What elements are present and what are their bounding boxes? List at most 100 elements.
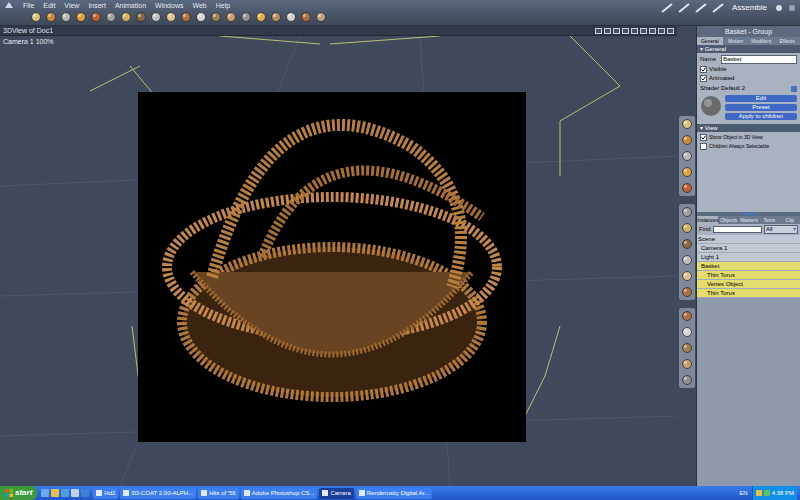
task-button[interactable]: Adobe Photoshop CS... <box>241 488 318 499</box>
properties-tab[interactable]: Modifiers <box>749 37 775 45</box>
task-button[interactable]: Renderosity Digital Ar... <box>356 488 432 499</box>
tool-icon[interactable] <box>681 342 693 354</box>
view-button-icon[interactable] <box>622 28 629 34</box>
tool-icon[interactable] <box>240 11 252 23</box>
tool-icon[interactable] <box>75 11 87 23</box>
task-button[interactable]: Hd2 <box>93 488 118 499</box>
tool-icon[interactable] <box>210 11 222 23</box>
tool-icon[interactable] <box>225 11 237 23</box>
tool-icon[interactable] <box>135 11 147 23</box>
tool-icon[interactable] <box>681 206 693 218</box>
tool-icon[interactable] <box>45 11 57 23</box>
tool-icon[interactable] <box>681 358 693 370</box>
tool-icon[interactable] <box>30 11 42 23</box>
tool-icon[interactable] <box>681 326 693 338</box>
room-dot-icon[interactable] <box>775 4 783 12</box>
menu-item[interactable]: File <box>23 2 34 9</box>
tree-row[interactable]: Light 1 <box>697 253 800 262</box>
name-field[interactable]: Basket <box>721 55 797 64</box>
menu-item[interactable]: Edit <box>43 2 55 9</box>
menu-item[interactable]: Windows <box>155 2 183 9</box>
room-icon[interactable] <box>712 3 724 13</box>
browser-tab[interactable]: Masters <box>739 216 759 224</box>
browser-tab[interactable]: Texts <box>759 216 779 224</box>
tree-row[interactable]: Vertex Object <box>697 280 800 289</box>
tool-icon[interactable] <box>150 11 162 23</box>
tool-icon[interactable] <box>681 182 693 194</box>
tool-icon[interactable] <box>315 11 327 23</box>
tool-icon[interactable] <box>681 374 693 386</box>
tool-icon[interactable] <box>120 11 132 23</box>
browser-tab[interactable]: Clip <box>780 216 800 224</box>
tree-row[interactable]: Thin Torus <box>697 289 800 298</box>
general-check-row[interactable]: Visible <box>700 66 797 73</box>
start-button[interactable]: start <box>0 486 37 500</box>
tool-icon[interactable] <box>255 11 267 23</box>
task-button[interactable]: Hits of '56 <box>198 488 239 499</box>
properties-tab[interactable]: Motion <box>723 37 749 45</box>
general-section-header[interactable]: ▾ General <box>697 45 800 53</box>
menu-item[interactable]: Animation <box>115 2 146 9</box>
general-check-row[interactable]: Animated <box>700 75 797 82</box>
properties-tab[interactable]: General <box>697 37 723 45</box>
quick-launch-icon[interactable] <box>81 489 89 497</box>
shader-button[interactable]: Edit <box>725 95 797 102</box>
shader-value[interactable]: Default 2 <box>721 85 788 92</box>
room-label[interactable]: Assemble <box>729 2 770 14</box>
view-button-icon[interactable] <box>604 28 611 34</box>
tool-icon[interactable] <box>681 118 693 130</box>
tool-icon[interactable] <box>105 11 117 23</box>
language-indicator[interactable]: EN <box>737 489 749 498</box>
quick-launch-icon[interactable] <box>61 489 69 497</box>
room-icon[interactable] <box>678 3 690 13</box>
checkbox[interactable] <box>700 134 707 141</box>
view-button-icon[interactable] <box>613 28 620 34</box>
tool-icon[interactable] <box>681 222 693 234</box>
task-button[interactable]: Carrara <box>319 488 353 499</box>
help-icon[interactable] <box>788 4 796 12</box>
tool-icon[interactable] <box>270 11 282 23</box>
room-icon[interactable] <box>661 3 673 13</box>
tool-icon[interactable] <box>195 11 207 23</box>
quick-launch-icon[interactable] <box>51 489 59 497</box>
room-icon[interactable] <box>695 3 707 13</box>
shader-button[interactable]: Preset <box>725 104 797 111</box>
tool-icon[interactable] <box>681 134 693 146</box>
tool-icon[interactable] <box>300 11 312 23</box>
tool-icon[interactable] <box>681 270 693 282</box>
tree-row[interactable]: Scene <box>697 235 800 244</box>
tool-icon[interactable] <box>90 11 102 23</box>
task-button[interactable]: 3D-COAT 2.00-ALPH... <box>120 488 196 499</box>
checkbox[interactable] <box>700 66 707 73</box>
checkbox[interactable] <box>700 143 707 150</box>
quick-launch-icon[interactable] <box>41 489 49 497</box>
view-button-icon[interactable] <box>667 28 674 34</box>
tool-icon[interactable] <box>681 254 693 266</box>
tool-icon[interactable] <box>681 150 693 162</box>
checkbox[interactable] <box>700 75 707 82</box>
menu-item[interactable]: Insert <box>88 2 106 9</box>
menu-item[interactable]: Web <box>192 2 206 9</box>
browser-tab[interactable]: Objects <box>718 216 738 224</box>
viewport[interactable]: Camera 1 100% <box>0 36 677 486</box>
view-check-row[interactable]: Show Object in 3D View <box>700 134 797 141</box>
view-button-icon[interactable] <box>595 28 602 34</box>
tool-icon[interactable] <box>681 286 693 298</box>
properties-tab[interactable]: Effects <box>774 37 800 45</box>
tool-icon[interactable] <box>60 11 72 23</box>
view-section-header[interactable]: ▾ View <box>697 124 800 132</box>
tool-icon[interactable] <box>165 11 177 23</box>
filter-dropdown[interactable]: All▾ <box>764 225 798 234</box>
tool-icon[interactable] <box>681 166 693 178</box>
view-button-icon[interactable] <box>649 28 656 34</box>
browser-tab[interactable]: Instances <box>697 216 718 224</box>
quick-launch-icon[interactable] <box>71 489 79 497</box>
tool-icon[interactable] <box>180 11 192 23</box>
tree-row[interactable]: Basket <box>697 262 800 271</box>
tree-row[interactable]: Camera 1 <box>697 244 800 253</box>
view-check-row[interactable]: Children Always Selectable <box>700 143 797 150</box>
tool-icon[interactable] <box>681 238 693 250</box>
shader-dropdown-icon[interactable] <box>791 86 797 92</box>
tool-icon[interactable] <box>285 11 297 23</box>
find-field[interactable] <box>713 226 762 233</box>
